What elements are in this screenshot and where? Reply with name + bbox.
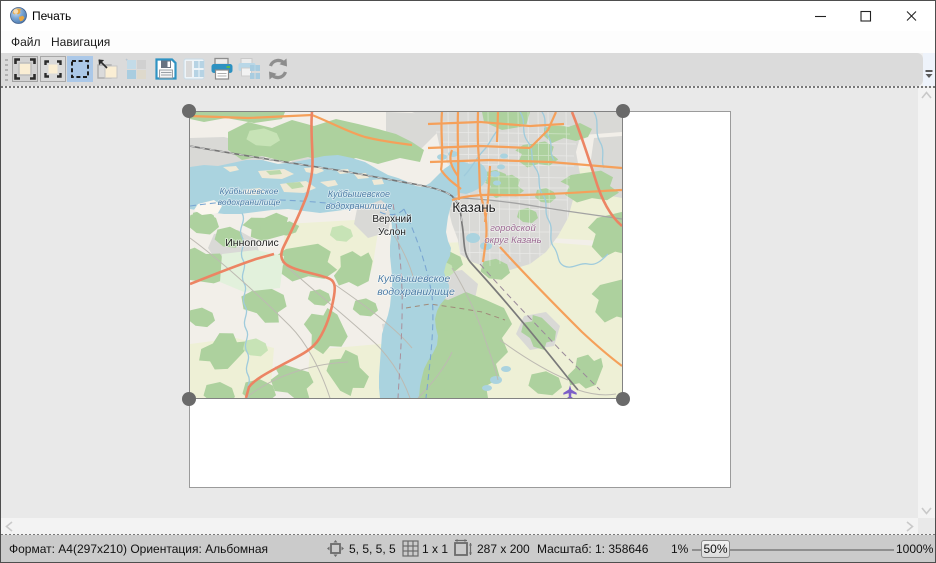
svg-text:Куйбышевское: Куйбышевское: [220, 186, 279, 196]
svg-text:Куйбышевское: Куйбышевское: [328, 189, 390, 199]
svg-text:городской: городской: [490, 223, 536, 234]
svg-text:Казань: Казань: [452, 200, 495, 215]
svg-text:водохранилище: водохранилище: [377, 286, 455, 298]
svg-text:округ Казань: округ Казань: [484, 235, 541, 246]
svg-text:Верхний: Верхний: [372, 214, 411, 225]
svg-text:Куйбышевское: Куйбышевское: [378, 273, 451, 285]
svg-text:водохранилище: водохранилище: [326, 201, 393, 211]
svg-text:Услон: Услон: [378, 227, 406, 238]
svg-text:Иннополис: Иннополис: [225, 237, 279, 249]
svg-text:водохранилище: водохранилище: [218, 197, 281, 207]
